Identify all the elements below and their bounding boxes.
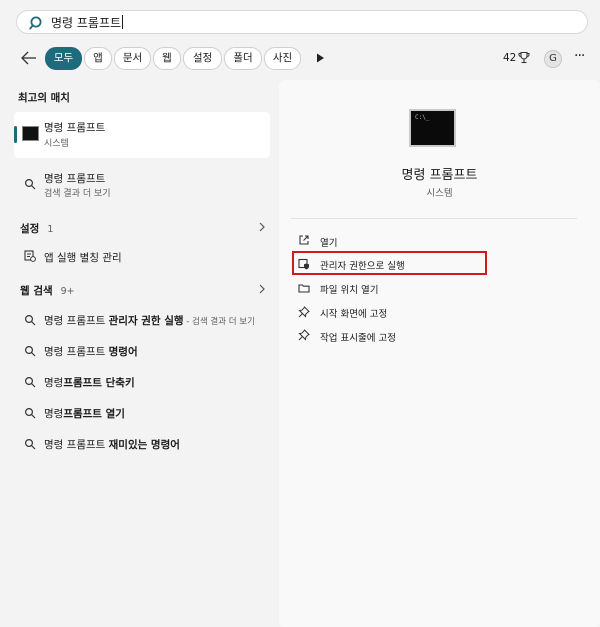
search-icon: [24, 407, 36, 419]
filter-photos[interactable]: 사진: [264, 47, 301, 70]
text-caret: [122, 15, 124, 29]
web-search-heading: 웹 검색 9+: [20, 283, 75, 298]
web-search-item-suffix: - 검색 결과 더 보기: [183, 317, 255, 327]
search-icon: [24, 345, 36, 357]
trophy-icon[interactable]: [518, 51, 530, 64]
web-search-item-prefix: 명령: [44, 377, 64, 389]
play-icon[interactable]: [314, 52, 326, 64]
web-search-item-bold: 프롬프트 단축키: [63, 377, 135, 389]
filter-settings[interactable]: 설정: [183, 47, 222, 70]
details-panel: [279, 80, 600, 627]
action-open-file-location[interactable]: 파일 위치 열기: [320, 282, 378, 296]
web-search-item-prefix: 명령 프롬프트: [44, 439, 109, 451]
web-search-item-bold: 프롬프트 열기: [63, 408, 125, 420]
filter-apps[interactable]: 앱: [84, 47, 112, 70]
search-input[interactable]: 명령 프롬프트: [51, 14, 124, 31]
search-result-sub: 검색 결과 더 보기: [44, 189, 111, 199]
search-icon: [24, 376, 36, 388]
web-search-item[interactable]: 명령 프롬프트 재미있는 명령어: [44, 437, 180, 452]
folder-icon: [298, 284, 310, 293]
back-arrow-icon[interactable]: [20, 50, 38, 66]
best-match-card[interactable]: [14, 112, 270, 158]
web-search-item-bold: 관리자 권한 실행: [108, 315, 184, 327]
web-search-item-prefix: 명령 프롬프트: [44, 315, 109, 327]
app-type: 시스템: [426, 188, 453, 199]
more-icon[interactable]: ···: [574, 49, 588, 64]
action-pin-to-taskbar[interactable]: 작업 표시줄에 고정: [320, 330, 396, 344]
app-name: 명령 프롬프트: [401, 168, 478, 183]
best-match-name: 명령 프롬프트: [44, 122, 106, 134]
pin-icon: [298, 329, 310, 341]
filter-all[interactable]: 모두: [45, 47, 82, 70]
web-search-count: 9+: [60, 286, 75, 297]
selection-indicator: [14, 126, 17, 143]
app-alias-icon: [24, 250, 36, 262]
search-result-name[interactable]: 명령 프롬프트: [44, 171, 105, 186]
search-icon: [24, 178, 36, 190]
divider: [291, 218, 577, 219]
cmd-prompt-glyph: C:\_: [415, 114, 430, 121]
search-icon: [24, 438, 36, 450]
web-search-item[interactable]: 명령 프롬프트 관리자 권한 실행 - 검색 결과 더 보기: [44, 313, 255, 328]
settings-count: 1: [47, 224, 54, 235]
search-bar[interactable]: 명령 프롬프트: [16, 10, 588, 34]
web-search-item-bold: 재미있는 명령어: [108, 439, 180, 451]
web-search-item-bold: 명령어: [108, 346, 138, 358]
pin-icon: [298, 306, 310, 318]
open-icon: [299, 235, 309, 245]
filter-web[interactable]: 웹: [153, 47, 181, 70]
action-open[interactable]: 열기: [320, 235, 337, 249]
web-search-item-prefix: 명령: [44, 408, 64, 420]
cmd-icon: [22, 126, 39, 141]
settings-item-app-alias[interactable]: 앱 실행 별칭 관리: [44, 250, 122, 265]
filter-folders[interactable]: 폴더: [224, 47, 262, 70]
search-query: 명령 프롬프트: [51, 16, 122, 30]
settings-title: 설정: [20, 223, 40, 235]
search-icon: [29, 16, 42, 30]
chevron-right-icon[interactable]: [258, 284, 266, 294]
web-search-item[interactable]: 명령 프롬프트 명령어: [44, 344, 138, 359]
highlight-box: [292, 251, 487, 275]
avatar[interactable]: G: [544, 50, 562, 68]
action-pin-to-start[interactable]: 시작 화면에 고정: [320, 306, 387, 320]
web-search-item-prefix: 명령 프롬프트: [44, 346, 109, 358]
filter-documents[interactable]: 문서: [114, 47, 151, 70]
rewards-points: 42: [503, 52, 517, 64]
chevron-right-icon[interactable]: [258, 222, 266, 232]
best-match-heading: 최고의 매치: [18, 92, 70, 104]
cmd-icon: C:\_: [409, 109, 456, 147]
best-match-type: 시스템: [44, 139, 69, 149]
web-search-item[interactable]: 명령프롬프트 열기: [44, 406, 125, 421]
settings-heading: 설정 1: [20, 221, 53, 236]
web-search-item[interactable]: 명령프롬프트 단축키: [44, 375, 135, 390]
web-search-title: 웹 검색: [20, 285, 53, 297]
search-icon: [24, 314, 36, 326]
